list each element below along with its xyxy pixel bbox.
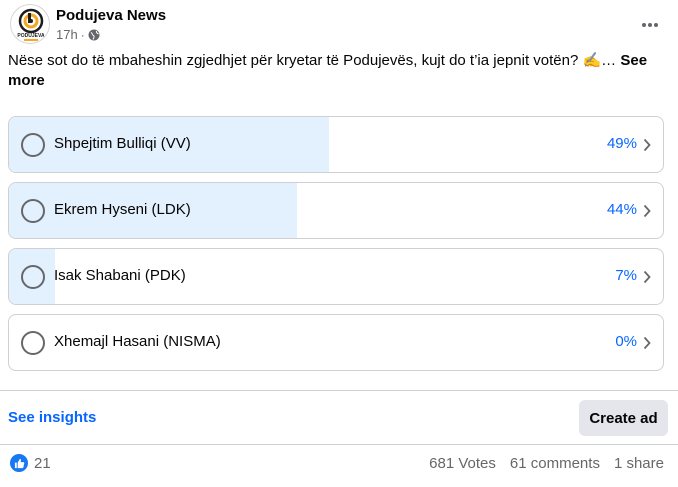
post-body: Nëse sot do të mbaheshin zgjedhjet për k… [8, 52, 617, 69]
meta-separator: · [80, 27, 85, 42]
more-options-button[interactable] [634, 9, 666, 41]
post-stats: 681 Votes 61 comments 1 share [429, 455, 664, 472]
chevron-right-icon [643, 204, 651, 218]
poll-option-label: Shpejtim Bulliqi (VV) [54, 135, 191, 152]
page-avatar[interactable]: PODUJEVA [10, 4, 50, 44]
create-ad-button[interactable]: Create ad [579, 400, 668, 436]
post-header: PODUJEVA Podujeva News 17h · [8, 4, 668, 46]
see-insights-link[interactable]: See insights [8, 409, 96, 426]
logo-text: PODUJEVA [17, 33, 45, 39]
divider [0, 390, 678, 391]
poll-option-label: Isak Shabani (PDK) [54, 267, 186, 284]
poll-radio[interactable] [21, 265, 45, 289]
poll-option-label: Ekrem Hyseni (LDK) [54, 201, 191, 218]
poll-option-label: Xhemajl Hasani (NISMA) [54, 333, 221, 350]
chevron-right-icon [643, 336, 651, 350]
chevron-right-icon [643, 138, 651, 152]
comments-count[interactable]: 61 comments [510, 455, 600, 472]
reactions-summary[interactable]: 21 [10, 454, 51, 472]
podujeva-logo: PODUJEVA [17, 8, 45, 41]
poll-option-percent: 44% [606, 201, 637, 218]
post-meta: 17h · [56, 27, 100, 42]
poll-option-2[interactable]: Ekrem Hyseni (LDK) 44% [8, 182, 664, 239]
more-horizontal-icon [642, 23, 658, 27]
votes-count[interactable]: 681 Votes [429, 455, 496, 472]
like-icon [10, 454, 28, 472]
poll-option-percent: 49% [606, 135, 637, 152]
globe-icon [88, 29, 100, 41]
poll-option-percent: 0% [615, 333, 637, 350]
poll-option-4[interactable]: Xhemajl Hasani (NISMA) 0% [8, 314, 664, 371]
shares-count[interactable]: 1 share [614, 455, 664, 472]
post-text: Nëse sot do të mbaheshin zgjedhjet për k… [8, 51, 658, 91]
poll-radio[interactable] [21, 199, 45, 223]
poll-radio[interactable] [21, 133, 45, 157]
page-name[interactable]: Podujeva News [56, 7, 166, 24]
poll-option-percent: 7% [615, 267, 637, 284]
poll-radio[interactable] [21, 331, 45, 355]
reaction-count: 21 [34, 454, 51, 472]
divider [0, 444, 678, 445]
poll-option-1[interactable]: Shpejtim Bulliqi (VV) 49% [8, 116, 664, 173]
post-time[interactable]: 17h [56, 27, 78, 42]
poll-option-3[interactable]: Isak Shabani (PDK) 7% [8, 248, 664, 305]
chevron-right-icon [643, 270, 651, 284]
